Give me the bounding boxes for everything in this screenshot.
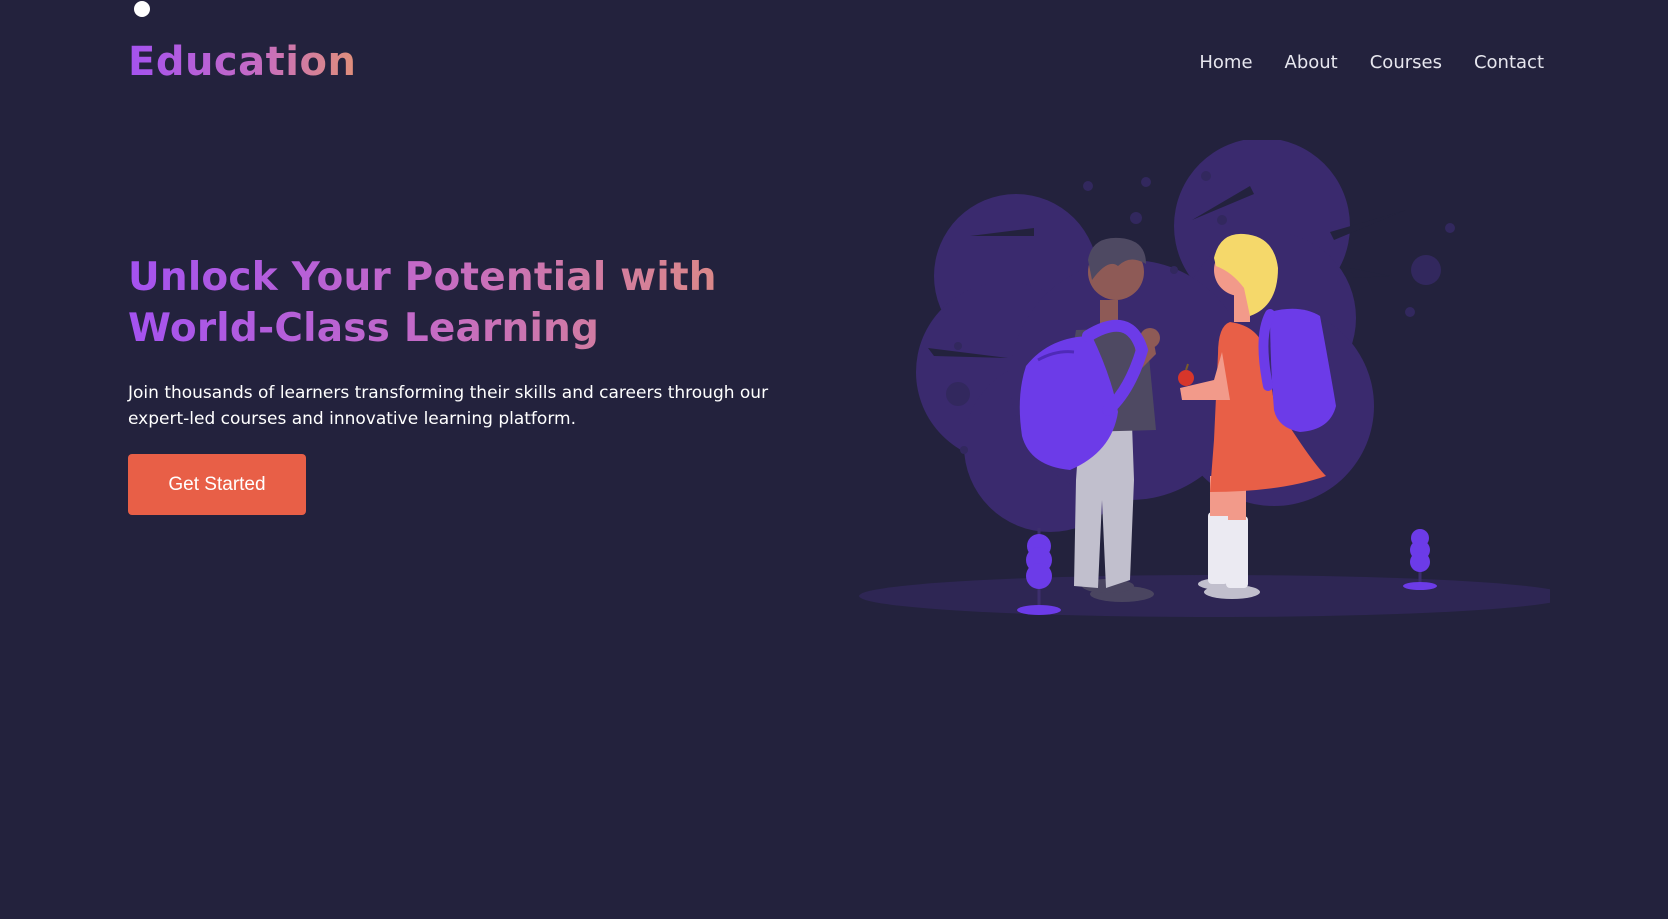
hero-title: Unlock Your Potential with World-Class L… [128,252,788,354]
nav-home-link[interactable]: Home [1199,52,1252,73]
nav-contact-link[interactable]: Contact [1474,52,1544,73]
hero-subtitle: Join thousands of learners transforming … [128,383,769,429]
students-with-backpacks-illustration [830,138,1569,620]
nav-about-link[interactable]: About [1285,52,1338,73]
cursor-dot [134,1,150,17]
nav-courses-link[interactable]: Courses [1370,52,1442,73]
hero-section: Unlock Your Potential with World-Class L… [128,252,788,515]
brand-logo[interactable]: Education [128,39,356,85]
get-started-button[interactable]: Get Started [128,454,306,515]
site-header: Education Home About Courses Contact [128,34,1544,90]
hero-title-line-2: World-Class Learning [128,306,600,351]
main-nav: Home About Courses Contact [1199,52,1544,73]
hero-title-line-1: Unlock Your Potential with [128,255,717,300]
